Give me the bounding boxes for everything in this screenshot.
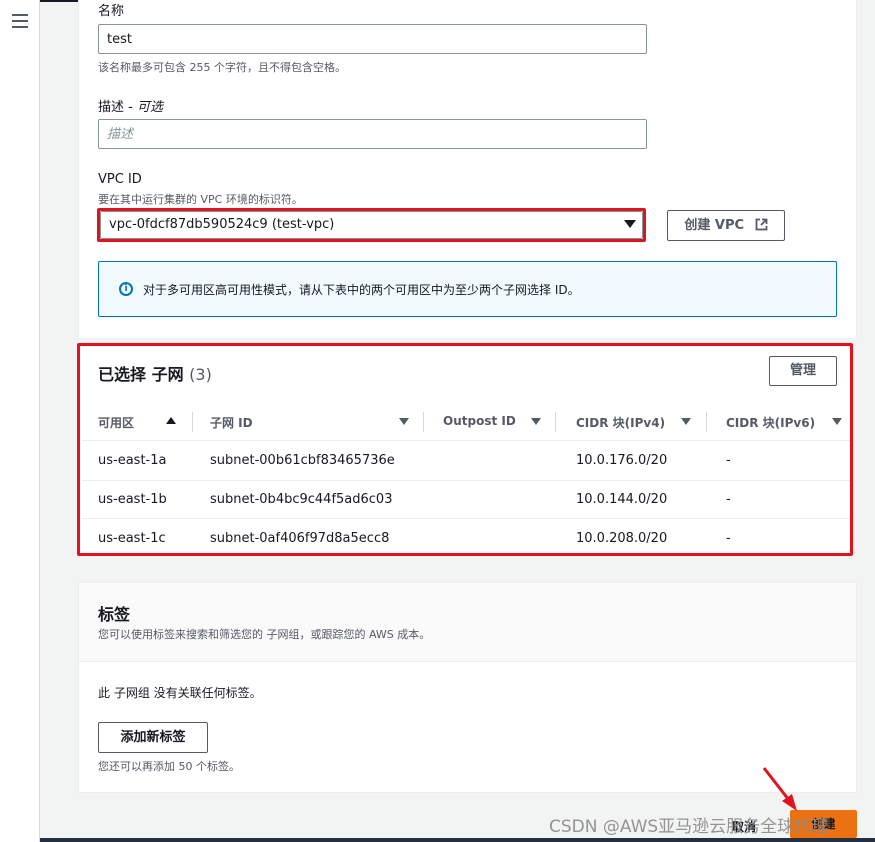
description-label: 描述 - 可选	[98, 96, 163, 115]
name-hint: 该名称最多可包含 255 个字符，且不得包含空格。	[98, 61, 346, 74]
vpc-highlight-box	[97, 208, 646, 242]
description-input[interactable]	[98, 119, 647, 149]
tags-subtitle: 您可以使用标签来搜索和筛选您的 子网组，或跟踪您的 AWS 成本。	[98, 628, 431, 641]
description-optional: 可选	[136, 100, 163, 115]
create-vpc-label: 创建 VPC	[684, 218, 745, 233]
info-text: 对于多可用区高可用性模式，请从下表中的两个可用区中为至少两个子网选择 ID。	[143, 283, 580, 297]
tags-empty-text: 此 子网组 没有关联任何标签。	[98, 686, 262, 700]
create-vpc-button[interactable]: 创建 VPC	[667, 210, 785, 241]
external-link-icon	[755, 218, 767, 231]
subnets-highlight-box	[77, 343, 853, 556]
right-edge	[857, 0, 875, 842]
add-tag-button[interactable]: 添加新标签	[98, 722, 208, 753]
bottom-border	[40, 838, 875, 842]
tags-header	[79, 583, 856, 662]
tags-title: 标签	[98, 605, 131, 624]
hamburger-icon[interactable]	[12, 14, 28, 28]
left-rail	[0, 0, 40, 842]
tags-limit-text: 您还可以再添加 50 个标签。	[98, 760, 240, 773]
vpc-hint: 要在其中运行集群的 VPC 环境的标识符。	[98, 193, 303, 206]
info-icon: i	[119, 282, 133, 296]
description-label-text: 描述 -	[98, 100, 137, 115]
vpc-label: VPC ID	[98, 172, 142, 187]
name-label: 名称	[98, 4, 125, 19]
info-alert: i 对于多可用区高可用性模式，请从下表中的两个可用区中为至少两个子网选择 ID。	[98, 261, 837, 317]
watermark: CSDN @AWS亚马逊云服务全球代理	[549, 817, 829, 837]
name-input[interactable]	[98, 24, 647, 54]
